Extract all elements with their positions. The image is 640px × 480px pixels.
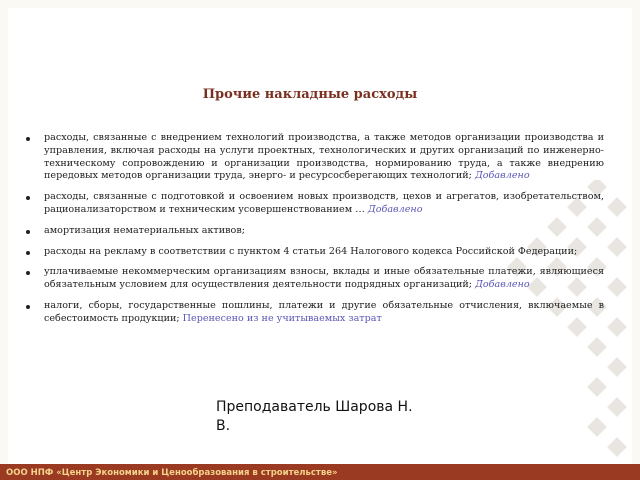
list-item-text: расходы на рекламу в соответствии с пунк… [44, 245, 578, 257]
bullet-icon [26, 229, 30, 234]
bullet-list: расходы, связанные с внедрением технолог… [26, 132, 604, 334]
bullet-icon [26, 304, 30, 309]
list-item: амортизация нематериальных активов; [26, 225, 604, 238]
list-item: уплачиваемые некоммерческим организациям… [26, 266, 604, 292]
list-item-text: расходы, связанные с подготовкой и освое… [44, 191, 604, 215]
moved-link[interactable]: Перенесено из не учитываемых затрат [183, 313, 382, 324]
bullet-icon [26, 196, 30, 201]
footer-company: ООО НПФ «Центр Экономики и Ценообразован… [6, 468, 338, 478]
added-link[interactable]: Добавлено [368, 204, 423, 215]
list-item: расходы, связанные с внедрением технолог… [26, 132, 604, 183]
bullet-icon [26, 250, 30, 255]
list-item: расходы на рекламу в соответствии с пунк… [26, 246, 604, 259]
list-item: расходы, связанные с подготовкой и освое… [26, 191, 604, 217]
added-link[interactable]: Добавлено [475, 279, 530, 290]
bullet-icon [26, 271, 30, 276]
slide-title: Прочие накладные расходы [202, 87, 418, 102]
teacher-name: Преподаватель Шарова Н. В. [216, 399, 413, 434]
bullet-icon [26, 137, 30, 141]
added-link[interactable]: Добавлено [475, 170, 530, 181]
list-item-text: амортизация нематериальных активов; [44, 224, 245, 236]
list-item: налоги, сборы, государственные пошлины, … [26, 300, 604, 326]
